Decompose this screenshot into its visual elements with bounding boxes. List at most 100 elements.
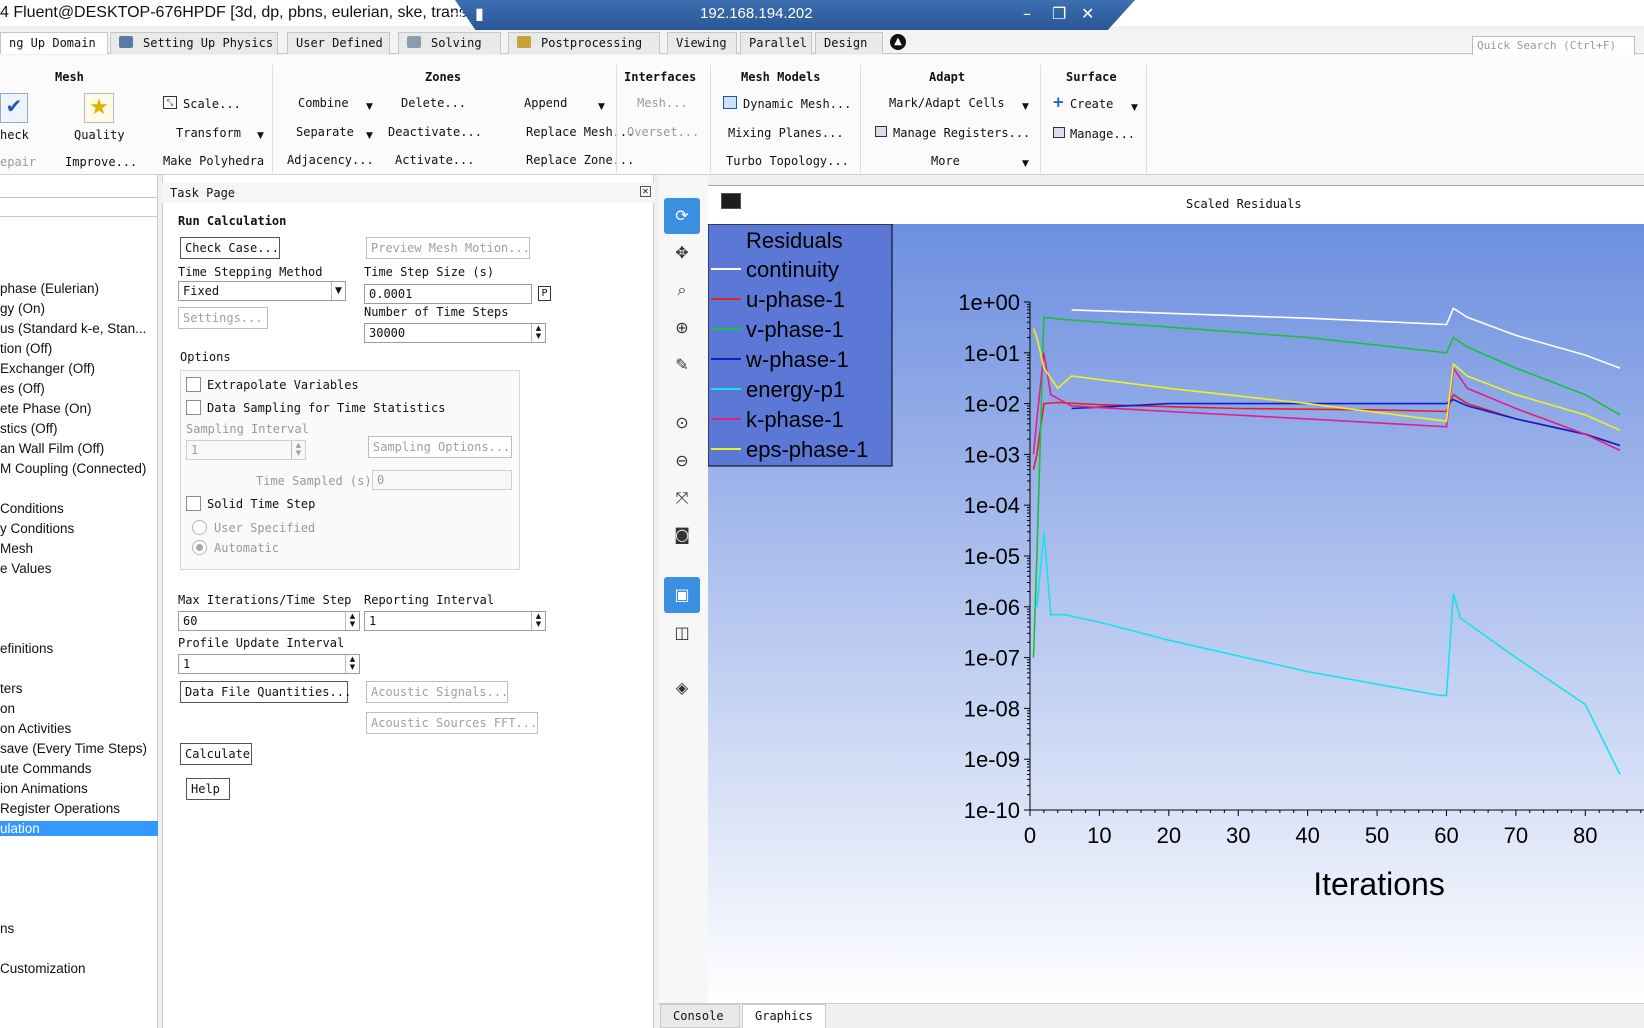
combine-button[interactable]: Combine <box>298 96 349 110</box>
pan-icon[interactable]: ✥ <box>664 235 700 271</box>
tree-item[interactable]: efinitions <box>0 641 53 656</box>
manage-registers-button[interactable]: Manage Registers... <box>893 126 1030 140</box>
calculate-button[interactable]: Calculate <box>180 743 252 765</box>
data-file-quantities-button[interactable]: Data File Quantities... <box>180 681 351 703</box>
user-specified-radio[interactable] <box>192 520 207 535</box>
create-surface-button[interactable]: Create <box>1070 97 1113 111</box>
sampling-options-button[interactable]: Sampling Options... <box>368 436 512 458</box>
close-button[interactable]: ✕ <box>1081 4 1094 23</box>
interfaces-mesh-button[interactable]: Mesh... <box>637 96 688 110</box>
separate-dropdown-icon[interactable]: ▼ <box>366 131 373 141</box>
data-sampling-checkbox[interactable] <box>186 400 201 415</box>
tree-filter-input[interactable] <box>0 197 157 217</box>
tree-item[interactable]: on <box>0 701 15 716</box>
stepper-icon[interactable]: ▲ ▼ <box>531 612 545 630</box>
manage-surface-button[interactable]: Manage... <box>1070 127 1135 141</box>
zoom-out-icon[interactable]: ⊖ <box>664 443 700 479</box>
tab-solving[interactable]: Solving <box>398 32 501 54</box>
tree-item[interactable]: y Conditions <box>0 521 74 536</box>
sampling-interval-input[interactable]: 1 ▲ ▼ <box>186 440 306 460</box>
activate-button[interactable]: Activate... <box>395 153 474 167</box>
delete-button[interactable]: Delete... <box>401 96 466 110</box>
tree-item[interactable]: us (Standard k-e, Stan... <box>0 321 146 336</box>
rotate-icon[interactable]: ⟳ <box>664 198 700 234</box>
adjacency-button[interactable]: Adjacency... <box>287 153 374 167</box>
tree-item[interactable]: phase (Eulerian) <box>0 281 99 296</box>
tree-item[interactable]: stics (Off) <box>0 421 58 436</box>
create-dropdown-icon[interactable]: ▼ <box>1131 103 1138 113</box>
mixing-planes-button[interactable]: Mixing Planes... <box>728 126 844 140</box>
tab-viewing[interactable]: Viewing <box>667 32 737 54</box>
tab-graphics[interactable]: Graphics <box>742 1004 826 1028</box>
scale-button[interactable]: Scale... <box>183 97 241 111</box>
improve-button[interactable]: Improve... <box>65 155 137 169</box>
tree-item[interactable]: Conditions <box>0 501 64 516</box>
minimize-button[interactable]: – <box>1023 4 1031 23</box>
view-options-icon[interactable]: ◫ <box>664 615 700 651</box>
collapse-ribbon-icon[interactable]: ▲ <box>890 34 906 50</box>
tree-item[interactable]: ion Animations <box>0 781 88 796</box>
make-polyhedra-button[interactable]: Make Polyhedra <box>163 154 264 168</box>
tree-item[interactable]: ute Commands <box>0 761 92 776</box>
tree-item[interactable]: tion (Off) <box>0 341 52 356</box>
time-stepping-method-select[interactable]: Fixed ▼ <box>178 281 346 301</box>
combine-dropdown-icon[interactable]: ▼ <box>366 102 373 112</box>
stepper-icon[interactable]: ▲ ▼ <box>291 441 305 459</box>
tree-item[interactable]: Customization <box>0 961 86 976</box>
tab-parallel[interactable]: Parallel <box>740 32 812 54</box>
tree-item[interactable]: Register Operations <box>0 801 120 816</box>
fit-to-window-icon[interactable]: ⊙ <box>664 405 700 441</box>
mark-adapt-cells-button[interactable]: Mark/Adapt Cells <box>889 96 1005 110</box>
close-task-page-icon[interactable]: ✕ <box>640 186 651 197</box>
append-dropdown-icon[interactable]: ▼ <box>598 102 605 112</box>
stepper-icon[interactable]: ▲ ▼ <box>345 612 359 630</box>
zoom-box-icon[interactable]: ⊕ <box>664 310 700 346</box>
help-button[interactable]: Help <box>186 778 230 800</box>
transform-dropdown-icon[interactable]: ▼ <box>257 131 264 141</box>
tab-setting-up-domain[interactable]: ng Up Domain <box>0 32 108 54</box>
pin-icon[interactable]: ⇥ <box>450 4 463 23</box>
camera-icon[interactable]: ◙ <box>664 517 700 553</box>
reporting-interval-input[interactable]: 1 ▲ ▼ <box>364 611 546 631</box>
max-iterations-input[interactable]: 60 ▲ ▼ <box>178 611 360 631</box>
deactivate-button[interactable]: Deactivate... <box>388 125 482 139</box>
quality-button[interactable]: Quality <box>74 128 125 142</box>
tab-postprocessing[interactable]: Postprocessing <box>508 32 660 54</box>
restore-button[interactable]: ❐ <box>1052 4 1066 23</box>
tab-user-defined[interactable]: User Defined <box>287 32 390 54</box>
turbo-topology-button[interactable]: Turbo Topology... <box>726 154 849 168</box>
number-of-time-steps-input[interactable]: 30000 ▲ ▼ <box>364 323 546 343</box>
axes-icon[interactable]: ⤧ <box>664 480 700 516</box>
more-button[interactable]: More <box>931 154 960 168</box>
dynamic-mesh-button[interactable]: Dynamic Mesh... <box>743 97 851 111</box>
stepper-icon[interactable]: ▲ ▼ <box>531 324 545 342</box>
tree-item[interactable]: Exchanger (Off) <box>0 361 95 376</box>
tree-item[interactable]: Mesh <box>0 541 33 556</box>
settings-button[interactable]: Settings... <box>178 307 268 329</box>
display-options-icon[interactable]: ◈ <box>664 670 700 706</box>
tree-item[interactable]: ns <box>0 921 14 936</box>
more-dropdown-icon[interactable]: ▼ <box>1022 159 1029 169</box>
transform-button[interactable]: Transform <box>176 126 241 140</box>
time-sampled-input[interactable]: 0 <box>372 470 512 490</box>
tree-item[interactable]: ete Phase (On) <box>0 401 92 416</box>
chevron-down-icon[interactable]: ▼ <box>331 282 345 300</box>
stepper-icon[interactable]: ▲ ▼ <box>345 655 359 673</box>
solid-time-step-checkbox[interactable] <box>186 496 201 511</box>
tree-item[interactable]: gy (On) <box>0 301 45 316</box>
tree-item[interactable]: es (Off) <box>0 381 45 396</box>
tree-item[interactable]: save (Every Time Steps) <box>0 741 147 756</box>
check-case-button[interactable]: Check Case... <box>180 237 280 259</box>
profile-update-interval-input[interactable]: 1 ▲ ▼ <box>178 654 360 674</box>
zoom-icon[interactable]: ⌕ <box>664 272 700 308</box>
check-button[interactable]: heck <box>0 128 29 142</box>
append-button[interactable]: Append <box>524 96 567 110</box>
tree-item[interactable]: an Wall Film (Off) <box>0 441 104 456</box>
tree-item[interactable]: e Values <box>0 561 52 576</box>
tab-setting-up-physics[interactable]: Setting Up Physics <box>110 32 278 54</box>
tree-item[interactable]: ulation <box>0 821 158 836</box>
parameter-button[interactable]: P <box>538 286 551 301</box>
acoustic-signals-button[interactable]: Acoustic Signals... <box>366 681 508 703</box>
repair-button[interactable]: epair <box>0 155 36 169</box>
view-icon[interactable]: ▣ <box>664 577 700 613</box>
